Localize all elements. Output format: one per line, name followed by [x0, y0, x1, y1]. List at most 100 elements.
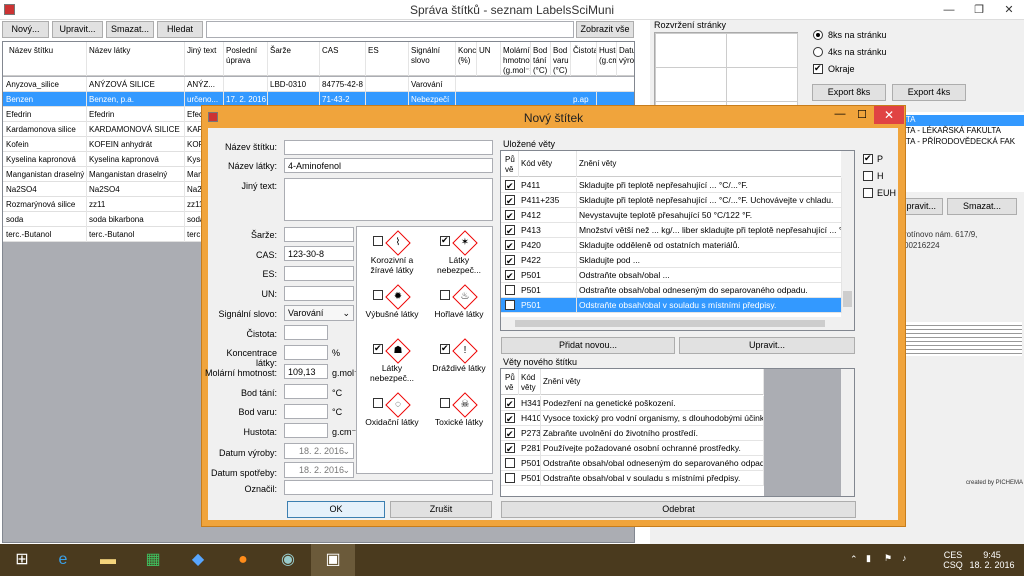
- col-header[interactable]: Název látky: [87, 42, 185, 76]
- other-text-input[interactable]: [284, 178, 493, 221]
- app-taskbar-icon[interactable]: ▣: [311, 544, 355, 576]
- sentence-checkbox[interactable]: [505, 285, 515, 295]
- molar-mass-input[interactable]: 109,13: [284, 364, 328, 379]
- col-header[interactable]: Kód věty: [519, 369, 541, 395]
- sentence-checkbox[interactable]: [505, 239, 515, 254]
- saved-sentence-row[interactable]: P422Skladujte pod ...: [501, 253, 842, 269]
- sentence-checkbox[interactable]: [505, 209, 515, 224]
- col-header[interactable]: Pů vě: [503, 369, 519, 395]
- firefox-icon[interactable]: ●: [221, 544, 265, 576]
- filter-checkbox-p[interactable]: [863, 153, 873, 164]
- hazard-checkbox[interactable]: [373, 236, 383, 246]
- new-sentence-row[interactable]: P501 Odstraňte obsah/obal v souladu s mís…: [501, 471, 764, 486]
- saved-sentence-row[interactable]: P411+235Skladujte při teplotě nepřesahuj…: [501, 193, 842, 209]
- col-header[interactable]: Signální slovo: [409, 42, 456, 76]
- saved-sentence-row[interactable]: P413Množství větší než ... kg/... liber …: [501, 223, 842, 239]
- search-input[interactable]: [206, 21, 574, 38]
- sentence-checkbox[interactable]: [505, 254, 515, 269]
- new-sentence-row[interactable]: H341Podezření na genetické poškození.: [501, 396, 764, 412]
- signal-word-select[interactable]: Varování ⌄: [284, 305, 354, 321]
- sentence-checkbox[interactable]: [505, 269, 515, 284]
- sentence-checkbox[interactable]: [505, 427, 515, 442]
- saved-edit-button[interactable]: Upravit...: [679, 337, 855, 354]
- folder-icon[interactable]: ▬: [86, 544, 130, 576]
- sentence-checkbox[interactable]: [505, 473, 515, 483]
- batch-input[interactable]: [284, 227, 354, 242]
- sentence-checkbox[interactable]: [505, 194, 515, 209]
- export-8-button[interactable]: Export 8ks: [812, 84, 886, 101]
- maximize-icon[interactable]: ❐: [964, 0, 994, 20]
- new-sentence-row[interactable]: P281Používejte požadované osobní ochrann…: [501, 441, 764, 457]
- hazard-checkbox[interactable]: [373, 398, 383, 408]
- 4-per-page-radio[interactable]: [813, 47, 823, 57]
- table-row[interactable]: Anyzova_silice ANÝZOVÁ SILICE ANÝZ... LBD-0…: [3, 77, 634, 92]
- col-header[interactable]: UN: [477, 42, 501, 76]
- hazard-checkbox[interactable]: [373, 343, 383, 354]
- minimize-icon[interactable]: —: [934, 0, 964, 20]
- volume-icon[interactable]: ♪: [902, 553, 907, 563]
- saved-sentence-row[interactable]: P501 Odstraňte obsah/obal odneseným do se…: [501, 283, 842, 298]
- dialog-close-icon[interactable]: ✕: [874, 106, 904, 124]
- saved-h-scrollbar[interactable]: [501, 317, 854, 330]
- es-input[interactable]: [284, 266, 354, 281]
- col-header[interactable]: Šarže: [268, 42, 320, 76]
- col-header[interactable]: Název štítku: [3, 42, 87, 76]
- production-date-picker[interactable]: 18. 2. 2016 ⌄: [284, 443, 354, 459]
- col-header[interactable]: ES: [366, 42, 409, 76]
- boiling-point-input[interactable]: [284, 404, 328, 419]
- remove-button[interactable]: Odebrat: [501, 501, 856, 518]
- add-new-button[interactable]: Přidat novou...: [501, 337, 675, 354]
- col-header[interactable]: Čistota: [571, 42, 597, 76]
- cas-input[interactable]: 123-30-8: [284, 246, 354, 261]
- new-sentence-row[interactable]: P501 Odstraňte obsah/obal odneseným do se…: [501, 456, 764, 471]
- col-header[interactable]: Znění věty: [541, 369, 764, 395]
- col-header[interactable]: CAS: [320, 42, 366, 76]
- hazard-checkbox[interactable]: [440, 290, 450, 300]
- saved-scrollbar[interactable]: [841, 151, 854, 317]
- delete-button[interactable]: Smazat...: [106, 21, 154, 38]
- search-button[interactable]: Hledat: [157, 21, 203, 38]
- filter-checkbox-euh[interactable]: [863, 188, 873, 198]
- flag-icon[interactable]: ⚑: [884, 553, 892, 564]
- close-icon[interactable]: ✕: [994, 0, 1024, 20]
- un-input[interactable]: [284, 286, 354, 301]
- network-icon[interactable]: ▮: [866, 553, 871, 564]
- start-icon[interactable]: ⊞: [0, 544, 44, 576]
- col-header[interactable]: Jiný text: [185, 42, 224, 76]
- substance-input[interactable]: 4-Aminofenol: [284, 158, 493, 173]
- 8-per-page-radio[interactable]: [813, 30, 823, 40]
- dialog-minimize-icon[interactable]: —: [830, 108, 850, 120]
- sentence-checkbox[interactable]: [505, 224, 515, 239]
- hazard-checkbox[interactable]: [440, 235, 450, 246]
- new-sentence-row[interactable]: P273Zabraňte uvolnění do životního prost…: [501, 426, 764, 442]
- hazard-checkbox[interactable]: [440, 398, 450, 408]
- filter-checkbox-h[interactable]: [863, 171, 873, 181]
- sentence-checkbox[interactable]: [505, 442, 515, 457]
- expiry-date-picker[interactable]: 18. 2. 2016 ⌄: [284, 462, 354, 478]
- new-sentence-row[interactable]: H410Vysoce toxický pro vodní organismy, …: [501, 411, 764, 427]
- col-header[interactable]: Znění věty: [577, 151, 842, 177]
- concentration-input[interactable]: [284, 345, 328, 360]
- col-header[interactable]: Datum výroby: [617, 42, 634, 76]
- store-icon[interactable]: ▦: [131, 544, 175, 576]
- col-header[interactable]: Koncentrace (%): [456, 42, 477, 76]
- sentence-checkbox[interactable]: [505, 300, 515, 310]
- language-indicator[interactable]: CES CSQ: [940, 550, 966, 570]
- marked-by-input[interactable]: [284, 480, 493, 495]
- col-header[interactable]: Pů vě: [503, 151, 519, 177]
- browser-icon[interactable]: e: [41, 544, 85, 576]
- clock[interactable]: 9:45 18. 2. 2016: [966, 550, 1018, 570]
- list-item[interactable]: LTA: [900, 115, 1024, 126]
- ok-button[interactable]: OK: [287, 501, 385, 518]
- density-input[interactable]: [284, 423, 328, 438]
- list-item[interactable]: LTA - PŘÍRODOVĚDECKÁ FAK: [900, 137, 1015, 146]
- hazard-checkbox[interactable]: [373, 290, 383, 300]
- col-header[interactable]: Bod varu (°C): [551, 42, 571, 76]
- sentence-checkbox[interactable]: [505, 458, 515, 468]
- export-4-button[interactable]: Export 4ks: [892, 84, 966, 101]
- dropbox-icon[interactable]: ◆: [176, 544, 220, 576]
- show-all-button[interactable]: Zobrazit vše: [576, 21, 634, 38]
- col-header[interactable]: Bod tání (°C): [531, 42, 551, 76]
- edit-button[interactable]: Upravit...: [52, 21, 103, 38]
- new-button[interactable]: Nový...: [2, 21, 49, 38]
